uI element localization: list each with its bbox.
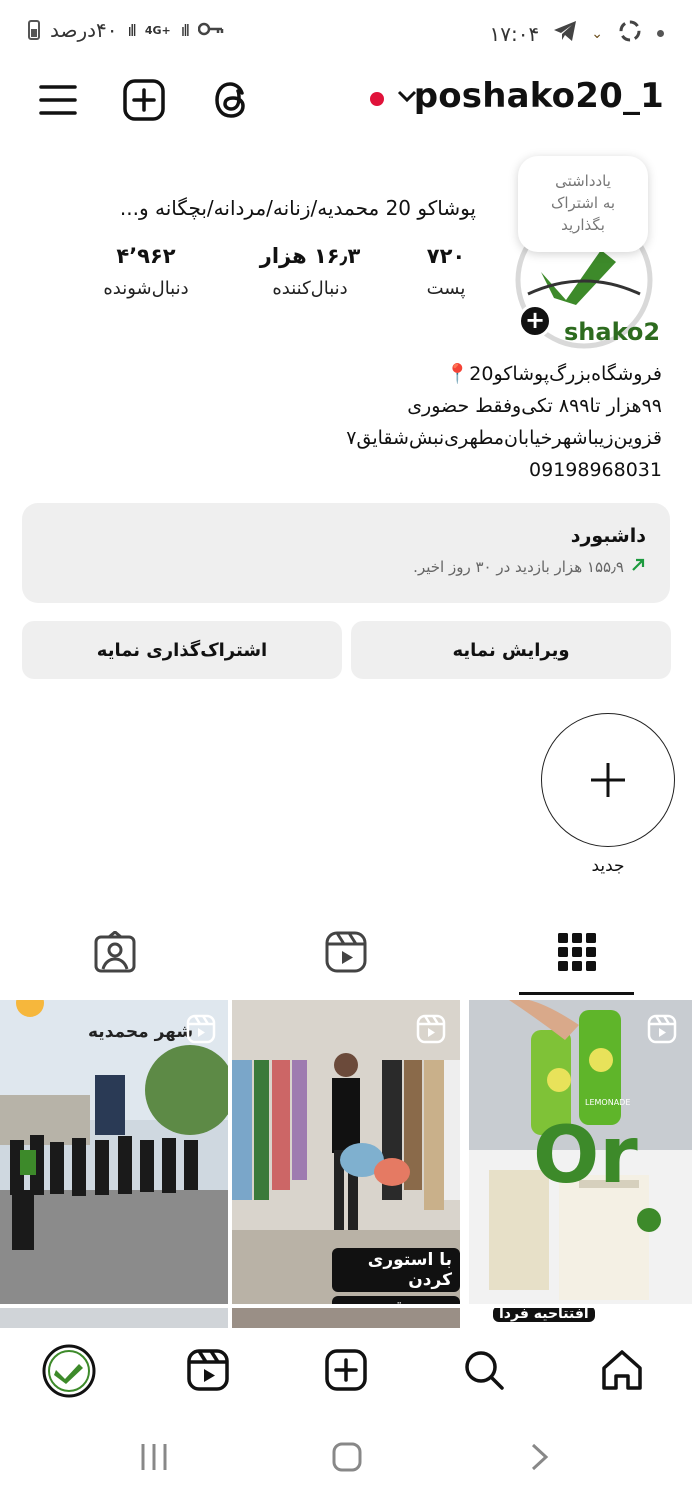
following-count: ۴٬۹۶۲: [116, 244, 176, 268]
bottom-navigation: [0, 1328, 692, 1418]
dashboard-stats: ۱۵۵٫۹ هزار بازدید در ۳۰ روز اخیر.: [46, 557, 646, 577]
sync-icon: [617, 18, 643, 49]
dot-icon: [657, 30, 664, 37]
stat-followers[interactable]: ۱۶٫۳ هزار دنبال‌کننده: [250, 244, 370, 299]
stat-following[interactable]: ۴٬۹۶۲ دنبال‌شونده: [84, 244, 208, 299]
reel-badge-icon: [186, 1014, 218, 1046]
add-story-icon[interactable]: +: [518, 304, 552, 338]
edit-profile-button[interactable]: ویرایش نمایه: [351, 621, 671, 679]
dashboard-subtitle: ۱۵۵٫۹ هزار بازدید در ۳۰ روز اخیر.: [413, 558, 624, 576]
bio-line: فروشگاه‌بزرگ‌پوشاکو20📍: [445, 363, 662, 385]
bio-line: قزوین‌زیباشهرخیابان‌مطهری‌نبش‌شقایق۷: [346, 427, 662, 449]
system-navigation: [0, 1420, 692, 1500]
menu-icon[interactable]: [36, 78, 80, 122]
reel-badge-icon: [416, 1014, 448, 1046]
tab-reels[interactable]: [325, 931, 367, 977]
nav-home[interactable]: [600, 1348, 644, 1396]
new-highlight-button[interactable]: [541, 713, 675, 847]
post-caption: با استوری کردن: [332, 1248, 460, 1292]
posts-label: پست: [426, 278, 466, 299]
tagged-person-icon: [94, 930, 136, 973]
create-post-icon[interactable]: [122, 78, 166, 122]
reels-icon: [325, 931, 367, 973]
post-caption: بدون قرعه کشی: [332, 1296, 460, 1304]
note-text-2: به اشتراک: [550, 194, 616, 212]
status-left: ۴۰درصد ıll 4G+ ıll: [28, 18, 224, 42]
battery-percent: ۴۰درصد: [50, 18, 118, 42]
post-overlay-text: Or: [533, 1111, 638, 1201]
note-bubble[interactable]: یادداشتی به اشتراک بگذارید: [518, 156, 648, 252]
recent-apps-icon[interactable]: [140, 1442, 168, 1476]
home-button-icon[interactable]: [332, 1442, 362, 1476]
profile-avatar-icon: [42, 1344, 96, 1398]
professional-dashboard[interactable]: داشبورد ۱۵۵٫۹ هزار بازدید در ۳۰ روز اخیر…: [22, 503, 670, 603]
status-right: ۱۷:۰۴ ⌄: [490, 18, 664, 49]
reel-badge-icon: [647, 1014, 679, 1046]
note-text-1: یادداشتی: [555, 172, 611, 190]
post-caption: شهر محمدیه: [88, 1022, 194, 1042]
tab-tagged[interactable]: [94, 930, 136, 977]
nav-create[interactable]: [324, 1348, 368, 1396]
profile-full-name: پوشاکو 20 محمدیه/زنانه/مردانه/بچگانه و..…: [119, 196, 476, 220]
grid-post-5[interactable]: [232, 1308, 460, 1328]
bottle-label: LEMONADE: [585, 1098, 631, 1107]
trend-up-icon: [630, 557, 646, 577]
avatar-label: shako2: [564, 318, 660, 346]
grid-post-6[interactable]: افتتاحیه فردا: [469, 1308, 692, 1328]
nav-search[interactable]: [462, 1348, 506, 1396]
status-bar: ۴۰درصد ıll 4G+ ıll ۱۷:۰۴ ⌄: [0, 0, 692, 64]
search-icon: [465, 1351, 504, 1390]
grid-icon: [558, 933, 596, 971]
app-notification-icon: ⌄: [591, 25, 603, 42]
home-icon: [602, 1350, 642, 1390]
battery-icon: [28, 20, 40, 40]
grid-post-1[interactable]: شهر محمدیه: [0, 1000, 228, 1304]
bio-line: ۹۹هزار تا۸۹۹ تکی‌وفقط حضوری: [407, 395, 662, 417]
note-text-3: بگذارید: [561, 216, 605, 234]
nav-reels[interactable]: [186, 1348, 230, 1396]
share-profile-button[interactable]: اشتراک‌گذاری نمایه: [22, 621, 342, 679]
followers-count: ۱۶٫۳ هزار: [259, 244, 361, 268]
followers-label: دنبال‌کننده: [272, 278, 348, 299]
threads-icon[interactable]: [210, 78, 254, 122]
create-icon: [325, 1349, 367, 1391]
profile-username[interactable]: poshako20_1: [414, 76, 664, 116]
post-caption: افتتاحیه فردا: [493, 1308, 595, 1322]
back-icon[interactable]: [528, 1442, 552, 1476]
grid-post-4[interactable]: [0, 1308, 228, 1328]
posts-count: ۷۲۰: [426, 244, 466, 268]
profile-tabs: [0, 925, 692, 995]
active-tab-indicator: [519, 992, 634, 995]
live-status-dot: [370, 92, 384, 106]
new-highlight-label: جدید: [591, 856, 625, 876]
bio-phone[interactable]: 09198968031: [62, 454, 662, 486]
dashboard-title: داشبورد: [570, 525, 646, 547]
stat-posts[interactable]: ۷۲۰ پست: [406, 244, 486, 299]
status-time: ۱۷:۰۴: [489, 21, 540, 46]
tab-grid[interactable]: [556, 931, 598, 977]
following-label: دنبال‌شونده: [103, 278, 189, 299]
profile-bio: فروشگاه‌بزرگ‌پوشاکو20📍 ۹۹هزار تا۸۹۹ تکی‌…: [62, 358, 662, 486]
signal-icon-2: ıll: [180, 20, 190, 40]
telegram-icon: [553, 20, 577, 47]
nav-profile[interactable]: [42, 1344, 96, 1402]
vpn-key-icon: [197, 18, 224, 42]
grid-post-3[interactable]: Or LEMONADE: [469, 1000, 692, 1304]
reels-icon: [187, 1349, 229, 1391]
signal-icon: ıll: [127, 20, 137, 40]
plus-icon: [591, 763, 625, 797]
network-type: 4G+: [144, 23, 171, 37]
grid-post-2[interactable]: با استوری کردن بدون قرعه کشی: [232, 1000, 460, 1304]
